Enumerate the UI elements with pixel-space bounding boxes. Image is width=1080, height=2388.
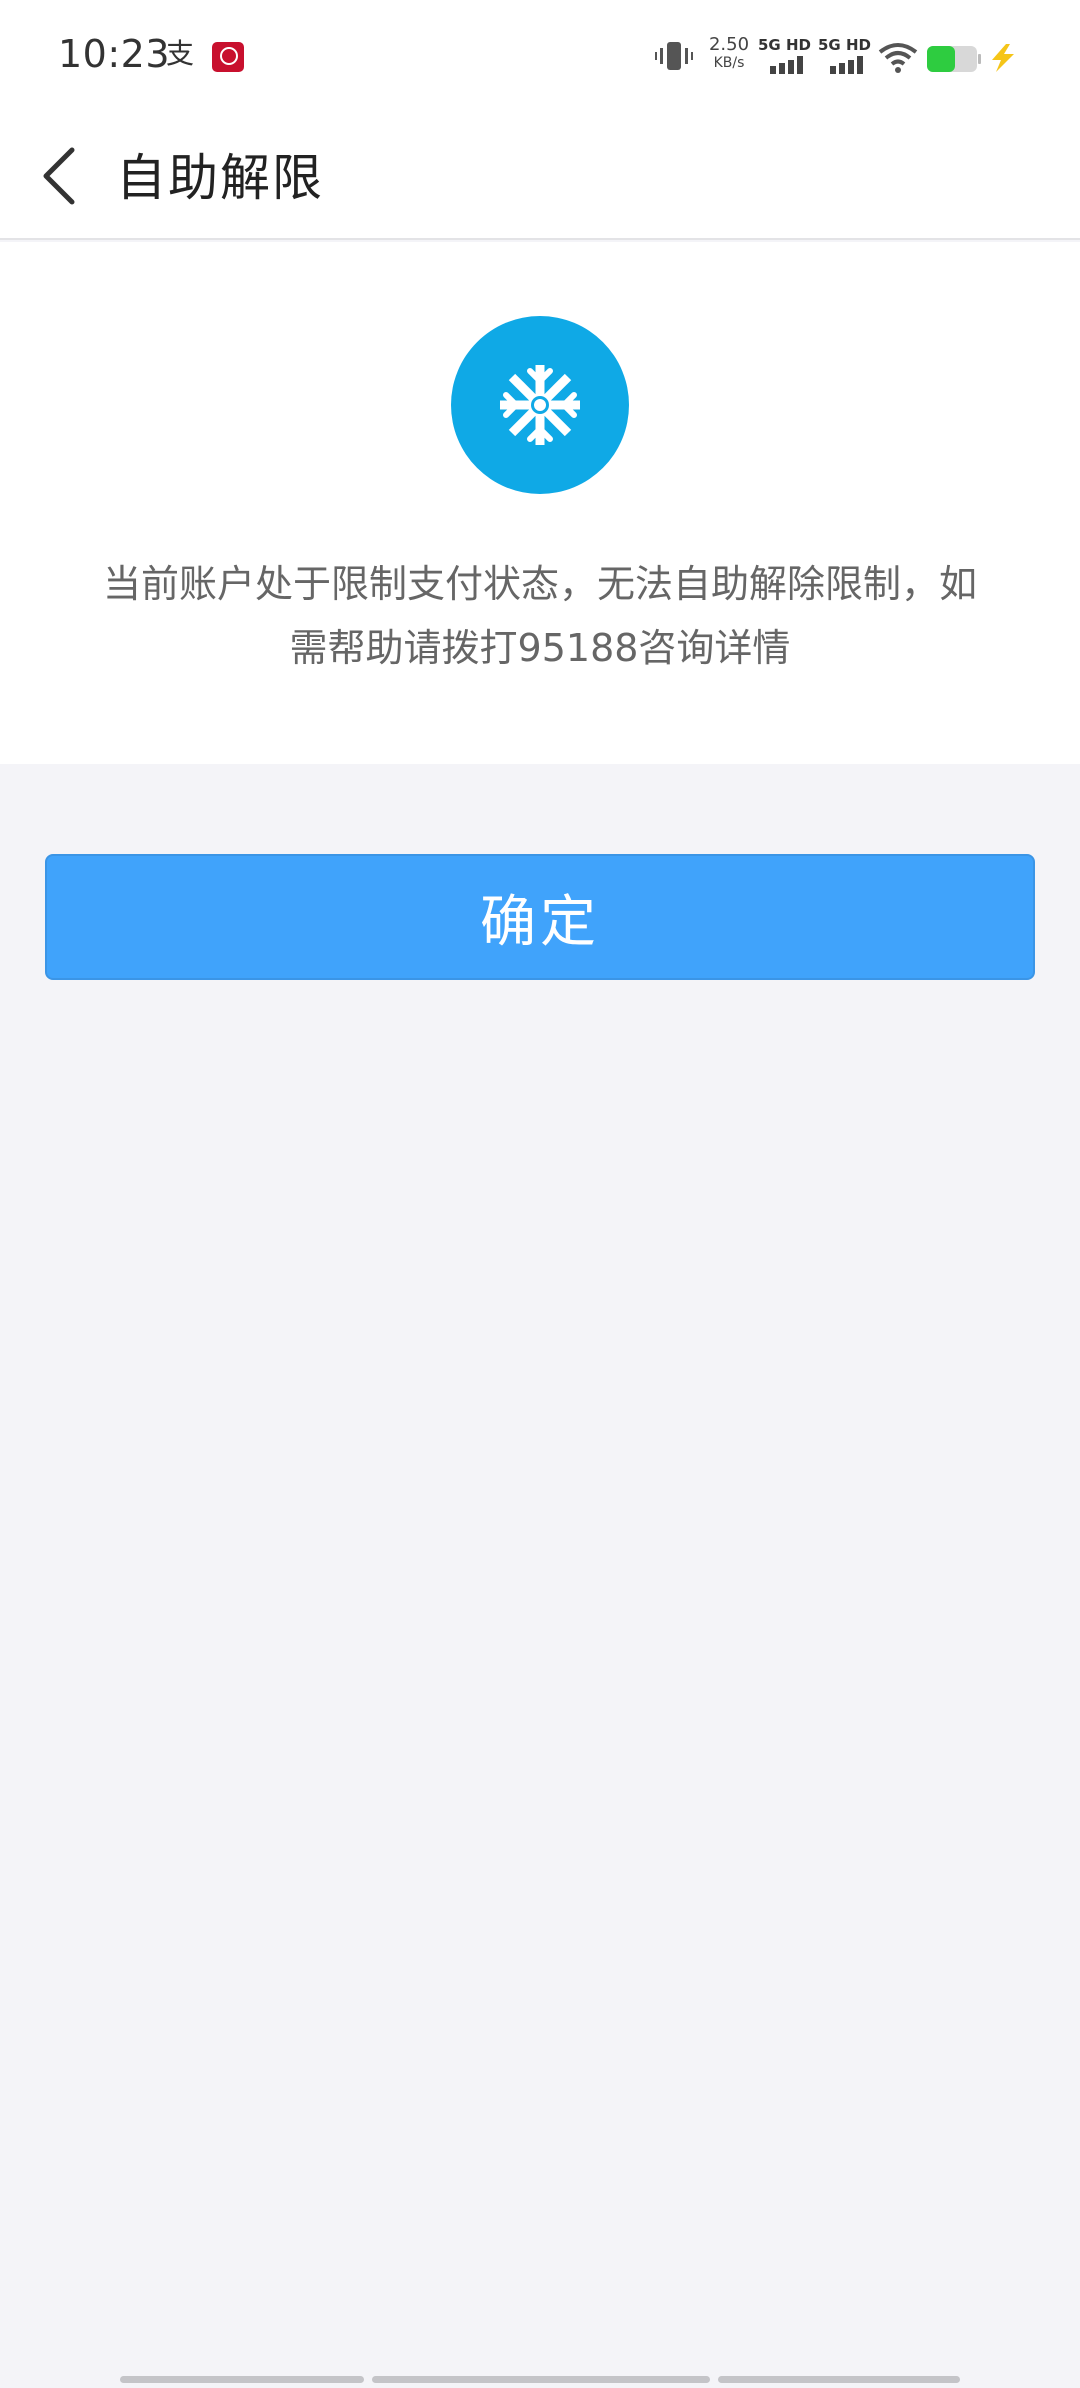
app-notification-icon: [212, 42, 244, 72]
charging-icon: [992, 44, 1014, 72]
signal-sim1: 5G HD: [758, 36, 814, 76]
alipay-notification-icon: 支: [166, 37, 195, 70]
frozen-badge: [451, 316, 629, 494]
gesture-bar[interactable]: [120, 2376, 960, 2384]
network-speed-unit: KB/s: [713, 55, 745, 71]
gesture-bar-segment: [120, 2376, 364, 2383]
status-card: 当前账户处于限制支付状态，无法自助解除限制，如需帮助请拨打95188咨询详情: [0, 242, 1080, 764]
restriction-message: 当前账户处于限制支付状态，无法自助解除限制，如需帮助请拨打95188咨询详情: [102, 562, 977, 670]
network-speed-value: 2.50: [708, 34, 750, 55]
signal-sim2: 5G HD: [818, 36, 874, 76]
chevron-left-icon: [43, 147, 75, 205]
page-title: 自助解限: [116, 149, 324, 207]
page: 10:23 支 2.50 KB/s 5G HD 5G HD 自助解限 当前账户处…: [0, 0, 1080, 2388]
signal-bars-icon: [770, 56, 803, 74]
signal-sim2-label: 5G HD: [818, 36, 871, 54]
status-time: 10:23: [58, 32, 171, 76]
vibrate-icon: [655, 42, 693, 70]
gesture-bar-segment: [372, 2376, 710, 2383]
battery-icon: [927, 46, 981, 72]
wifi-icon: [878, 43, 918, 73]
confirm-button[interactable]: 确定: [45, 854, 1035, 980]
signal-sim1-label: 5G HD: [758, 36, 811, 54]
signal-bars-icon: [830, 56, 863, 74]
status-bar: 10:23 支 2.50 KB/s 5G HD 5G HD: [0, 0, 1080, 110]
header: 自助解限: [0, 110, 1080, 240]
gesture-bar-segment: [718, 2376, 960, 2383]
network-speed: 2.50 KB/s: [704, 34, 754, 71]
back-button[interactable]: [26, 136, 96, 216]
snowflake-icon: [500, 365, 580, 445]
